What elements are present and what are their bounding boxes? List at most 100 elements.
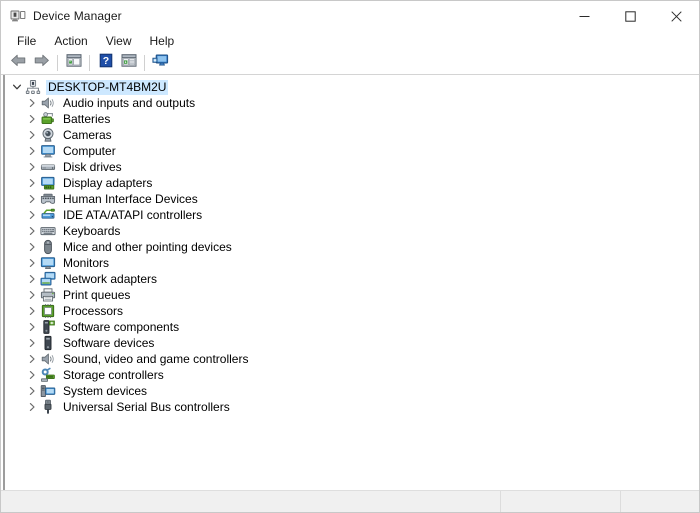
menu-file[interactable]: File	[8, 32, 45, 51]
tree-row-computer[interactable]: Computer	[6, 143, 699, 159]
status-pane-secondary	[501, 491, 621, 512]
chevron-right-icon[interactable]	[24, 143, 40, 159]
device-manager-icon	[10, 8, 26, 24]
tree-item-label: Mice and other pointing devices	[63, 239, 232, 254]
tree-item-label: Sound, video and game controllers	[63, 351, 249, 366]
minimize-button[interactable]	[561, 1, 607, 31]
sound-video-game-icon	[40, 351, 56, 367]
svg-text:?: ?	[102, 55, 108, 67]
mouse-icon	[40, 239, 56, 255]
close-button[interactable]	[653, 1, 699, 31]
software-component-icon	[40, 319, 56, 335]
tree-row-processors[interactable]: Processors	[6, 303, 699, 319]
chevron-right-icon[interactable]	[24, 95, 40, 111]
tree-row-print-queues[interactable]: Print queues	[6, 287, 699, 303]
menu-help[interactable]: Help	[141, 32, 184, 51]
monitor-scan-icon	[152, 53, 169, 73]
tree-row-human-interface-devices[interactable]: Human Interface Devices	[6, 191, 699, 207]
tree-row-audio-inputs-and-outputs[interactable]: Audio inputs and outputs	[6, 95, 699, 111]
tree-item-label: System devices	[63, 383, 148, 398]
chevron-right-icon[interactable]	[24, 367, 40, 383]
chevron-right-icon[interactable]	[24, 191, 40, 207]
chevron-right-icon[interactable]	[24, 111, 40, 127]
toolbar-separator-3	[144, 54, 145, 71]
tree-item-label: IDE ATA/ATAPI controllers	[63, 207, 203, 222]
tree-item-label: Software components	[63, 319, 180, 334]
tree-row-storage-controllers[interactable]: Storage controllers	[6, 367, 699, 383]
chevron-right-icon[interactable]	[24, 351, 40, 367]
tree-row-software-devices[interactable]: Software devices	[6, 335, 699, 351]
tree-row-display-adapters[interactable]: Display adapters	[6, 175, 699, 191]
menu-view[interactable]: View	[97, 32, 141, 51]
storage-controller-icon	[40, 367, 56, 383]
tree-row-universal-serial-bus-controllers[interactable]: Universal Serial Bus controllers	[6, 399, 699, 415]
help-question-icon: ?	[99, 53, 113, 73]
tree-row-ide-ata-atapi-controllers[interactable]: IDE ATA/ATAPI controllers	[6, 207, 699, 223]
back-button[interactable]	[7, 52, 30, 74]
tree-item-label: Batteries	[63, 111, 111, 126]
display-adapter-icon	[40, 175, 56, 191]
tree-row-cameras[interactable]: Cameras	[6, 127, 699, 143]
hid-icon	[40, 191, 56, 207]
printer-icon	[40, 287, 56, 303]
tree-row-keyboards[interactable]: Keyboards	[6, 223, 699, 239]
tree-item-label: Cameras	[63, 127, 112, 142]
system-device-icon	[40, 383, 56, 399]
chevron-right-icon[interactable]	[24, 207, 40, 223]
tree-item-label: Software devices	[63, 335, 155, 350]
keyboard-icon	[40, 223, 56, 239]
tree-row-system-devices[interactable]: System devices	[6, 383, 699, 399]
toolbar-separator-1	[57, 54, 58, 71]
disk-drive-icon	[40, 159, 56, 175]
chevron-right-icon[interactable]	[24, 399, 40, 415]
monitor-icon	[40, 255, 56, 271]
camera-icon	[40, 127, 56, 143]
window-title: Device Manager	[33, 9, 122, 23]
chevron-right-icon[interactable]	[24, 303, 40, 319]
scan-hardware-changes-button[interactable]	[149, 52, 172, 74]
chevron-right-icon[interactable]	[24, 383, 40, 399]
pane-splitter[interactable]	[1, 75, 6, 490]
software-device-icon	[40, 335, 56, 351]
speaker-icon	[40, 95, 56, 111]
usb-controller-icon	[40, 399, 56, 415]
chevron-right-icon[interactable]	[24, 287, 40, 303]
tree-row-batteries[interactable]: Batteries	[6, 111, 699, 127]
processor-icon	[40, 303, 56, 319]
chevron-right-icon[interactable]	[24, 223, 40, 239]
tree-item-label: Disk drives	[63, 159, 122, 174]
network-adapter-icon	[40, 271, 56, 287]
content-area: DESKTOP-MT4BM2U Audio inputs and outputs	[1, 75, 699, 490]
chevron-down-icon[interactable]	[9, 79, 25, 95]
title-bar: Device Manager	[1, 1, 699, 31]
help-button[interactable]: ?	[94, 52, 117, 74]
tree-item-label: Computer	[63, 143, 116, 158]
tree-row-disk-drives[interactable]: Disk drives	[6, 159, 699, 175]
tree-item-label: Display adapters	[63, 175, 153, 190]
chevron-right-icon[interactable]	[24, 335, 40, 351]
menu-bar: File Action View Help	[1, 31, 699, 51]
tree-item-label: Human Interface Devices	[63, 191, 198, 206]
chevron-right-icon[interactable]	[24, 319, 40, 335]
tree-row-network-adapters[interactable]: Network adapters	[6, 271, 699, 287]
properties-button[interactable]	[117, 52, 140, 74]
tree-row-root[interactable]: DESKTOP-MT4BM2U	[6, 79, 699, 95]
device-manager-window: Device Manager File Action View Help ? D…	[0, 0, 700, 513]
show-hide-console-tree-button[interactable]	[62, 52, 85, 74]
properties-window-icon	[121, 53, 137, 73]
chevron-right-icon[interactable]	[24, 255, 40, 271]
tree-row-mice-and-other-pointing-devices[interactable]: Mice and other pointing devices	[6, 239, 699, 255]
chevron-right-icon[interactable]	[24, 175, 40, 191]
tree-item-label: Processors	[63, 303, 124, 318]
tree-row-software-components[interactable]: Software components	[6, 319, 699, 335]
forward-button[interactable]	[30, 52, 53, 74]
device-tree[interactable]: DESKTOP-MT4BM2U Audio inputs and outputs	[6, 75, 699, 490]
chevron-right-icon[interactable]	[24, 159, 40, 175]
chevron-right-icon[interactable]	[24, 127, 40, 143]
tree-row-monitors[interactable]: Monitors	[6, 255, 699, 271]
menu-action[interactable]: Action	[45, 32, 96, 51]
chevron-right-icon[interactable]	[24, 239, 40, 255]
chevron-right-icon[interactable]	[24, 271, 40, 287]
tree-row-sound-video-and-game-controllers[interactable]: Sound, video and game controllers	[6, 351, 699, 367]
maximize-button[interactable]	[607, 1, 653, 31]
